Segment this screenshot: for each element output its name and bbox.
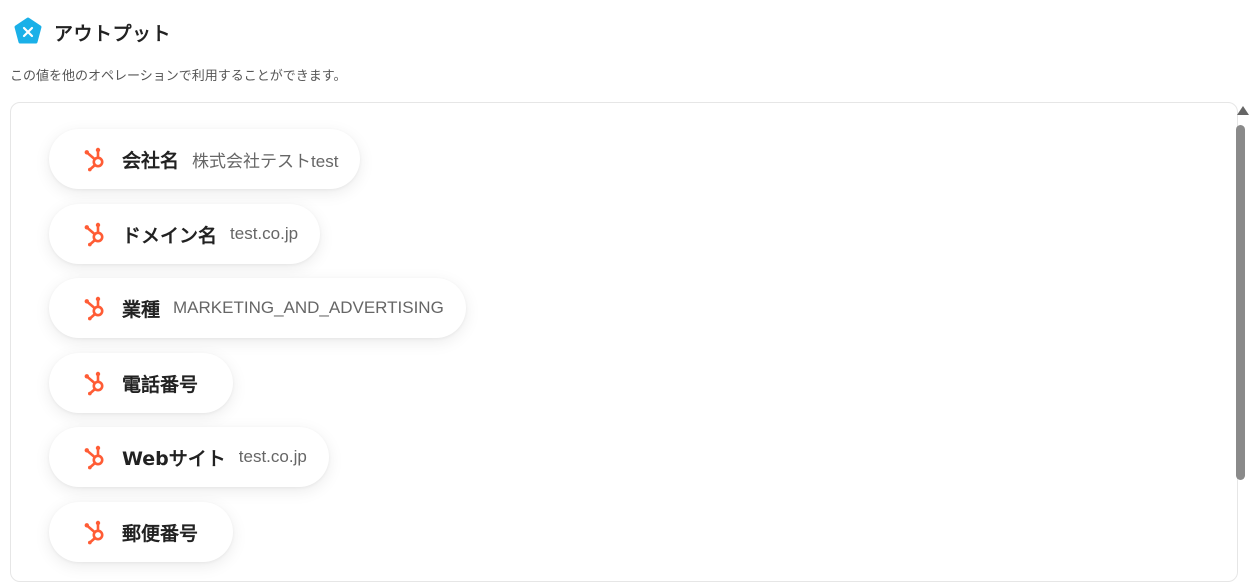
- output-chip-postal-code[interactable]: 郵便番号: [49, 502, 234, 562]
- output-value: MARKETING_AND_ADVERTISING: [173, 298, 444, 317]
- output-header: アウトプット: [12, 16, 171, 48]
- output-label: 会社名: [122, 149, 180, 172]
- hubspot-icon: [84, 520, 104, 545]
- output-value: test.co.jp: [230, 224, 299, 243]
- output-label: 業種: [122, 298, 161, 321]
- output-label: ドメイン名: [122, 224, 218, 247]
- output-value: test.co.jp: [238, 447, 307, 466]
- scroll-up-arrow-icon[interactable]: [1237, 106, 1249, 115]
- page-description: この値を他のオペレーションで利用することができます。: [10, 69, 347, 84]
- output-chip-website[interactable]: Webサイト test.co.jp: [49, 427, 329, 487]
- hubspot-icon: [84, 445, 104, 470]
- output-value: 株式会社テストtest: [192, 151, 339, 171]
- output-label: 郵便番号: [122, 522, 199, 545]
- output-list-panel: 会社名 株式会社テストtest ドメイン名 test.co.jp 業種 MARK…: [10, 102, 1238, 582]
- output-chip-industry[interactable]: 業種 MARKETING_AND_ADVERTISING: [49, 278, 466, 338]
- output-chip-phone[interactable]: 電話番号: [49, 353, 234, 413]
- output-chip-domain[interactable]: ドメイン名 test.co.jp: [49, 204, 321, 264]
- output-label: 電話番号: [122, 373, 199, 396]
- yoom-x-badge-icon: [12, 16, 44, 48]
- hubspot-icon: [84, 222, 104, 247]
- output-label: Webサイト: [122, 447, 226, 470]
- page-title: アウトプット: [54, 22, 172, 45]
- output-chip-company-name[interactable]: 会社名 株式会社テストtest: [49, 129, 361, 189]
- scrollbar-thumb[interactable]: [1236, 125, 1245, 480]
- hubspot-icon: [84, 147, 104, 172]
- hubspot-icon: [84, 296, 104, 321]
- hubspot-icon: [84, 371, 104, 396]
